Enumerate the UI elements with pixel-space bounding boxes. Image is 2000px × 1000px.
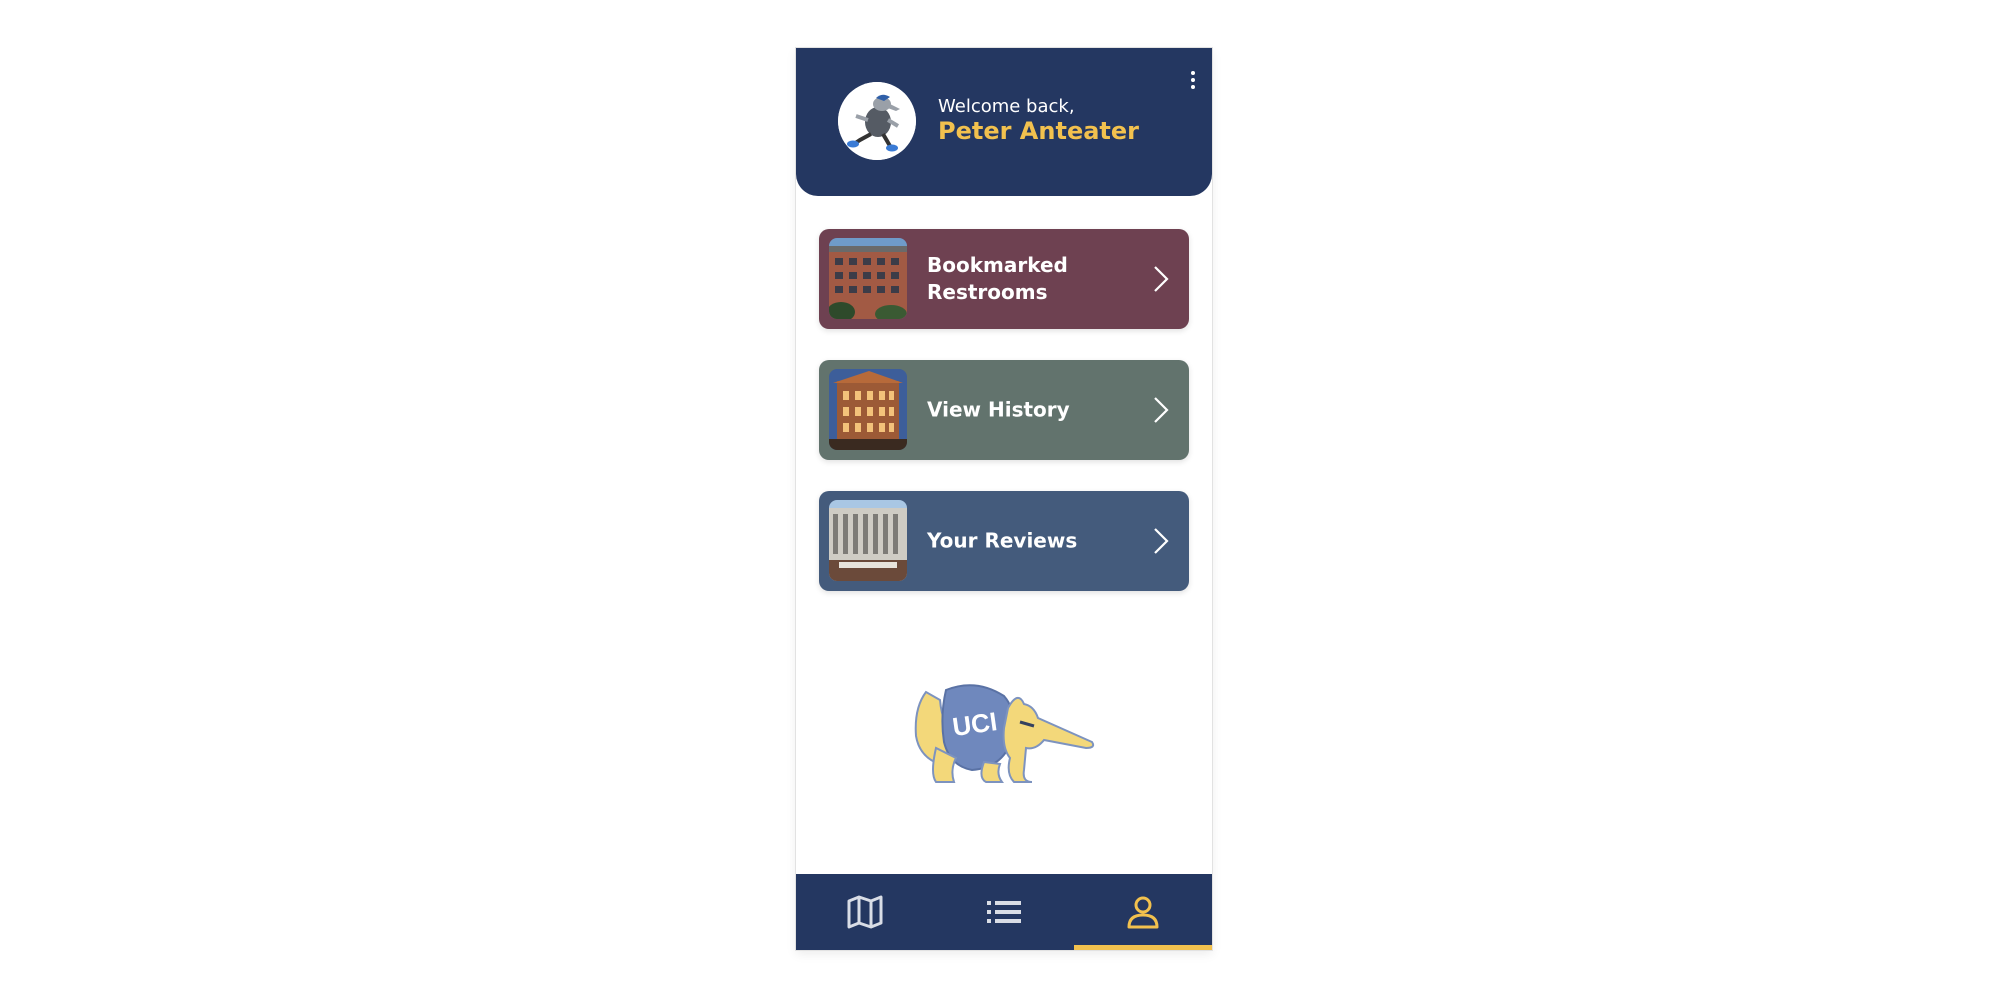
nav-profile[interactable] xyxy=(1074,874,1212,950)
profile-header: Welcome back, Peter Anteater xyxy=(796,48,1212,196)
your-reviews-card[interactable]: Your Reviews xyxy=(819,491,1189,591)
more-vertical-icon[interactable] xyxy=(1184,68,1202,98)
bookmarked-restrooms-card[interactable]: Bookmarked Restrooms xyxy=(819,229,1189,329)
user-name: Peter Anteater xyxy=(938,117,1139,145)
map-icon xyxy=(847,895,883,929)
view-history-card[interactable]: View History xyxy=(819,360,1189,460)
avatar xyxy=(838,82,916,160)
nav-list[interactable] xyxy=(935,874,1073,950)
bottom-navigation xyxy=(796,874,1212,950)
running-anteater-avatar-icon xyxy=(838,82,916,160)
uci-logo-text: UCI xyxy=(950,706,999,742)
nav-map[interactable] xyxy=(796,874,934,950)
chevron-right-icon xyxy=(1154,528,1169,554)
app-screen: Welcome back, Peter Anteater Bookmarked … xyxy=(796,48,1212,950)
chevron-right-icon xyxy=(1154,397,1169,423)
uci-anteater-mascot-logo: UCI xyxy=(914,684,1095,783)
person-icon xyxy=(1127,896,1159,929)
card-label: Your Reviews xyxy=(927,528,1078,553)
building-thumbnail xyxy=(829,369,907,450)
card-label: Bookmarked Restrooms xyxy=(927,253,1068,304)
card-label: View History xyxy=(927,397,1070,422)
chevron-right-icon xyxy=(1154,266,1169,292)
building-thumbnail xyxy=(829,238,907,319)
building-thumbnail xyxy=(829,500,907,581)
welcome-text: Welcome back, xyxy=(938,96,1075,117)
list-icon xyxy=(987,901,1021,923)
